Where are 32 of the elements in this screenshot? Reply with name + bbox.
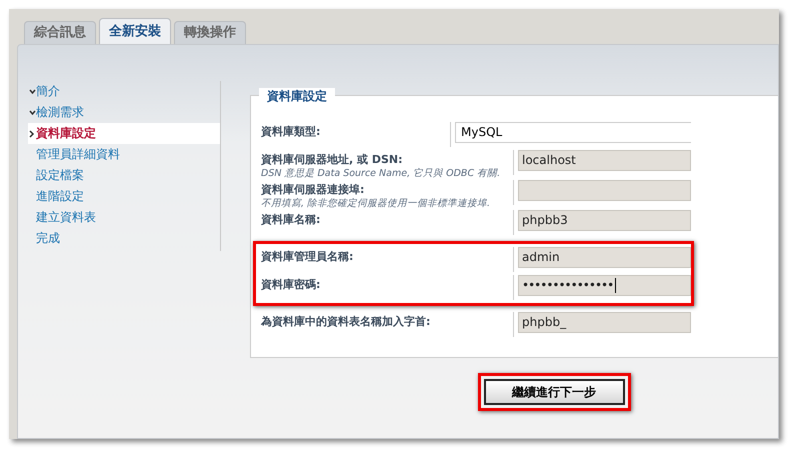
continue-button[interactable]: 繼續進行下一步 — [484, 379, 624, 405]
field-label: 資料庫伺服器地址, 或 DSN: — [261, 152, 404, 167]
field-label: 資料庫伺服器連接埠: — [261, 182, 366, 197]
sidebar-item[interactable]: 簡介 — [28, 81, 220, 102]
form-legend: 資料庫設定 — [259, 88, 335, 105]
field-label: 資料庫類型: — [261, 124, 322, 139]
tab[interactable]: 轉換操作 — [174, 21, 246, 44]
tab[interactable]: 全新安裝 — [99, 18, 171, 44]
chevron-right-icon — [29, 130, 35, 138]
field-hint: DSN 意思是 Data Source Name, 它只與 ODBC 有關. — [261, 167, 502, 180]
input-field[interactable] — [518, 180, 691, 201]
field-label: 為資料庫中的資料表名稱加入字首: — [261, 314, 432, 329]
input-field[interactable]: localhost — [518, 150, 691, 171]
input-field[interactable]: admin — [518, 247, 691, 268]
sidebar-item[interactable]: 完成 — [28, 228, 220, 249]
input-field[interactable]: phpbb_ — [518, 312, 691, 333]
field-hint: 不用填寫, 除非您確定伺服器使用一個非標準連接埠. — [261, 197, 492, 210]
field-label: 資料庫管理員名稱: — [261, 249, 354, 264]
sidebar-item[interactable]: 管理員詳細資料 — [28, 144, 220, 165]
chevron-down-icon — [29, 110, 36, 115]
sidebar-item[interactable]: 進階設定 — [28, 186, 220, 207]
field-label: 資料庫密碼: — [261, 277, 322, 292]
tab[interactable]: 綜合訊息 — [24, 21, 96, 44]
sidebar-item[interactable]: 檢測需求 — [28, 102, 220, 123]
input-field[interactable]: phpbb3 — [518, 210, 691, 231]
password-field[interactable]: ••••••••••••••• — [518, 275, 691, 296]
field-label: 資料庫名稱: — [261, 212, 322, 227]
sidebar-item[interactable]: 資料庫設定 — [28, 123, 220, 144]
sidebar-item[interactable]: 設定檔案 — [28, 165, 220, 186]
database-type-select[interactable]: MySQL — [455, 122, 691, 143]
sidebar-item[interactable]: 建立資料表 — [28, 207, 220, 228]
chevron-down-icon — [29, 89, 36, 94]
